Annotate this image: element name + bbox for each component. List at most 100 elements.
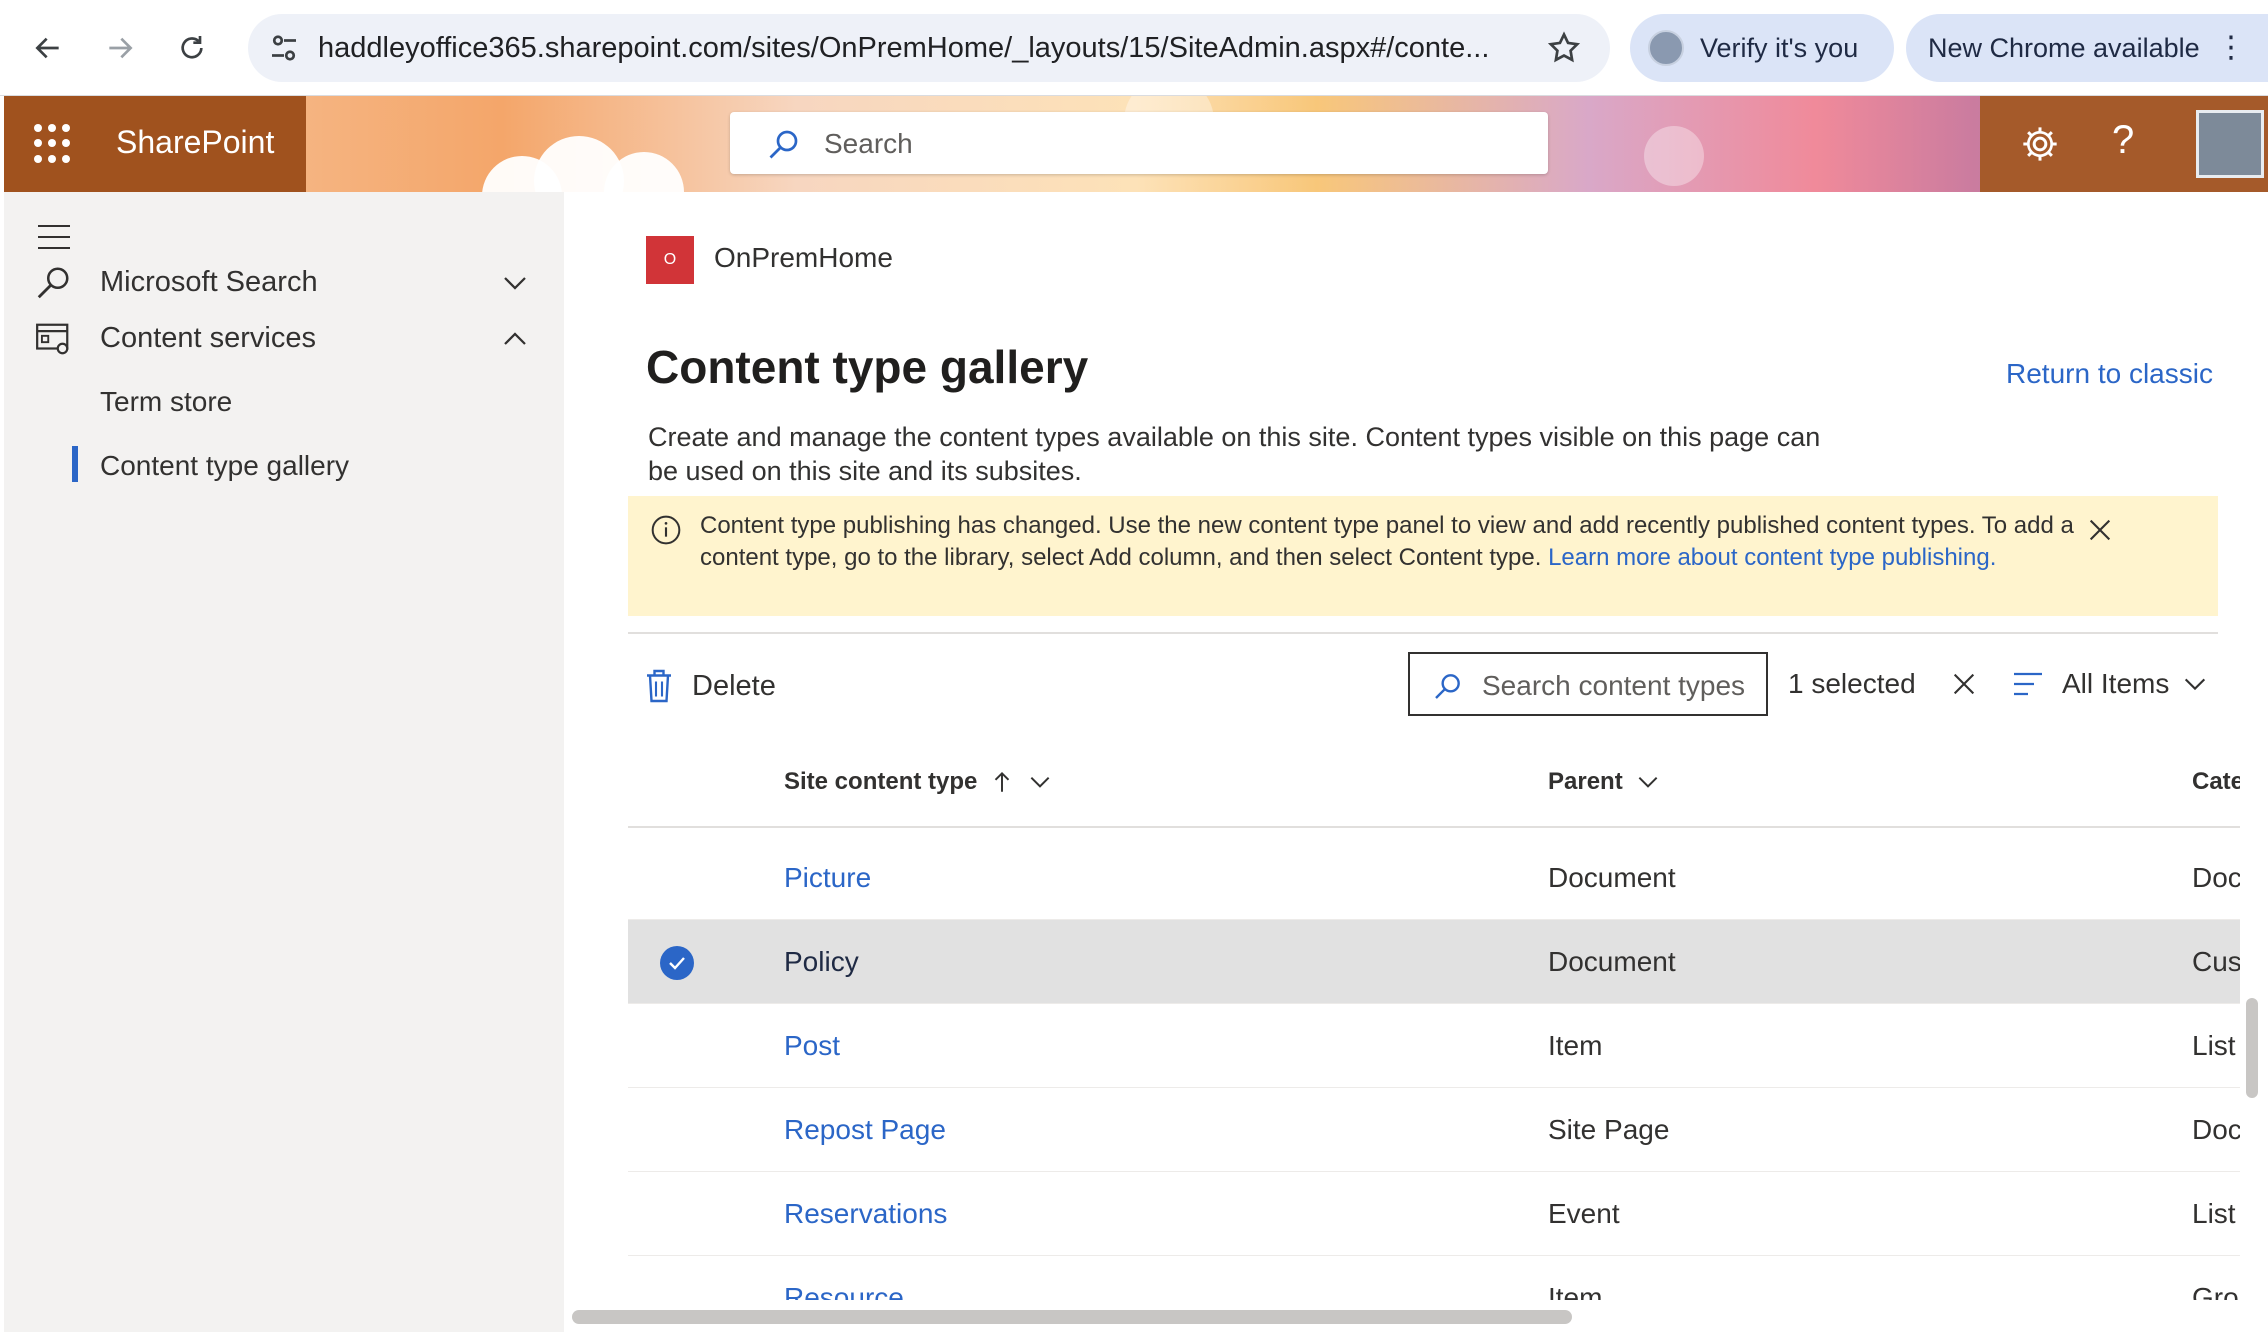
nav-item-label: Microsoft Search — [100, 266, 318, 298]
content-types-table: Site content type Parent Category Pictur… — [628, 740, 2240, 1300]
main-content: O OnPremHome Content type gallery Return… — [564, 192, 2268, 1332]
parent-cell: Event — [1548, 1198, 1620, 1229]
reload-icon — [181, 36, 203, 59]
close-icon[interactable] — [2086, 516, 2114, 544]
parent-cell: Site Page — [1548, 1114, 1670, 1145]
row-checkbox[interactable] — [660, 946, 694, 980]
content-type-search-input[interactable]: Search content types — [1408, 652, 1768, 716]
update-chrome-button[interactable]: New Chrome available ⋮ — [1906, 14, 2268, 82]
table-row[interactable]: Post Item List Content T — [628, 1004, 2240, 1088]
page-title: Content type gallery — [646, 341, 1089, 393]
table-row[interactable]: Resource Item Group Work C — [628, 1256, 2240, 1300]
nav-subitem-term-store[interactable]: Term store — [4, 372, 564, 428]
category-cell: Document Co — [2192, 1114, 2240, 1145]
vertical-scrollbar[interactable] — [2246, 998, 2258, 1098]
parent-cell: Document — [1548, 946, 1676, 977]
url-text[interactable]: haddleyoffice365.sharepoint.com/sites/On… — [318, 32, 1498, 65]
column-header-label: Parent — [1548, 768, 1623, 795]
return-to-classic-link[interactable]: Return to classic — [2006, 358, 2213, 390]
table-row[interactable]: Reservations Event List Content T — [628, 1172, 2240, 1256]
content-type-link[interactable]: Picture — [784, 862, 871, 894]
bookmark-star-icon[interactable] — [1546, 30, 1582, 66]
app-name[interactable]: SharePoint — [116, 124, 274, 161]
delete-label: Delete — [692, 669, 776, 702]
site-name[interactable]: OnPremHome — [714, 242, 893, 274]
table-header: Site content type Parent Category — [628, 740, 2240, 828]
user-avatar[interactable] — [2196, 110, 2264, 178]
global-search-box[interactable]: Search — [730, 112, 1548, 174]
selection-count: 1 selected — [1788, 668, 1916, 699]
search-icon — [1435, 674, 1460, 699]
chevron-down-icon — [1031, 776, 1050, 788]
chevron-down-icon — [1638, 776, 1658, 788]
site-logo[interactable]: O — [646, 236, 694, 284]
arrow-right-icon — [109, 37, 133, 59]
category-cell: List Content T — [2192, 1030, 2240, 1061]
parent-cell: Item — [1548, 1030, 1603, 1061]
content-type-link[interactable]: Resource — [784, 1282, 904, 1300]
chevron-down-icon[interactable] — [500, 268, 530, 298]
parent-cell: Document — [1548, 862, 1676, 893]
delete-button[interactable]: Delete — [644, 662, 776, 710]
command-bar: Delete Search content types 1 selected A… — [628, 652, 2218, 722]
nav-item-microsoft-search[interactable]: Microsoft Search — [4, 252, 564, 312]
help-icon[interactable]: ? — [2112, 118, 2134, 163]
parent-cell: Item — [1548, 1282, 1603, 1300]
info-icon — [651, 515, 681, 545]
gear-icon[interactable] — [2020, 124, 2060, 164]
content-type-link[interactable]: Policy — [784, 946, 859, 978]
view-selector[interactable]: All Items — [2012, 664, 2209, 704]
table-row-selected[interactable]: Policy Document Custom Conte — [628, 920, 2240, 1004]
site-settings-icon[interactable] — [266, 30, 302, 66]
clear-selection-icon[interactable] — [1950, 670, 1978, 698]
verify-label: Verify it's you — [1700, 32, 1859, 63]
update-label: New Chrome available — [1928, 32, 2200, 63]
browser-toolbar: haddleyoffice365.sharepoint.com/sites/On… — [0, 0, 2268, 96]
sort-ascending-icon — [995, 771, 1010, 792]
left-navigation: Microsoft Search Content services Term s… — [4, 192, 564, 1332]
more-options-icon[interactable]: ⋮ — [2216, 32, 2246, 64]
app-launcher-icon[interactable] — [34, 124, 74, 164]
column-header-site-content-type[interactable]: Site content type — [784, 768, 1053, 796]
checkmark-icon — [669, 957, 685, 970]
category-cell: List Content T — [2192, 1198, 2240, 1229]
column-header-category[interactable]: Category — [2192, 768, 2240, 796]
chevron-down-icon — [2185, 678, 2206, 691]
content-type-link[interactable]: Post — [784, 1030, 840, 1062]
nav-subitem-label: Content type gallery — [100, 450, 350, 481]
search-icon — [37, 267, 69, 299]
view-label: All Items — [2062, 668, 2170, 699]
nav-item-content-services[interactable]: Content services — [4, 308, 564, 368]
list-view-icon — [2014, 672, 2042, 696]
category-cell: Group Work C — [2192, 1282, 2240, 1300]
chevron-up-icon[interactable] — [500, 324, 530, 354]
active-indicator — [72, 446, 78, 482]
nav-subitem-content-type-gallery[interactable]: Content type gallery — [4, 436, 564, 492]
nav-subitem-label: Term store — [100, 386, 233, 417]
suite-header: SharePoint Search ? — [4, 96, 2268, 192]
back-button[interactable] — [22, 22, 74, 74]
forward-button[interactable] — [94, 22, 146, 74]
divider — [628, 632, 2218, 634]
verify-identity-button[interactable]: Verify it's you — [1630, 14, 1894, 82]
search-icon — [769, 130, 798, 159]
table-row[interactable]: Repost Page Site Page Document Co — [628, 1088, 2240, 1172]
trash-icon — [647, 669, 671, 703]
column-header-parent[interactable]: Parent — [1548, 768, 1661, 796]
hamburger-menu-icon[interactable] — [36, 222, 72, 252]
content-type-link[interactable]: Reservations — [784, 1198, 947, 1230]
decorative-bubble — [1644, 126, 1704, 186]
table-row[interactable]: Picture Document Document Co — [628, 836, 2240, 920]
arrow-left-icon — [35, 37, 59, 59]
address-bar[interactable]: haddleyoffice365.sharepoint.com/sites/On… — [248, 14, 1610, 82]
learn-more-link[interactable]: Learn more about content type publishing… — [1548, 544, 1996, 571]
suite-actions: ? — [1980, 96, 2268, 192]
category-cell: Custom Conte — [2192, 946, 2240, 977]
content-services-icon — [36, 323, 69, 355]
horizontal-scrollbar[interactable] — [572, 1310, 1572, 1324]
reload-button[interactable] — [166, 22, 218, 74]
nav-item-label: Content services — [100, 322, 316, 354]
content-type-link[interactable]: Repost Page — [784, 1114, 946, 1146]
search-placeholder: Search — [824, 128, 913, 159]
category-cell: Document Co — [2192, 862, 2240, 893]
